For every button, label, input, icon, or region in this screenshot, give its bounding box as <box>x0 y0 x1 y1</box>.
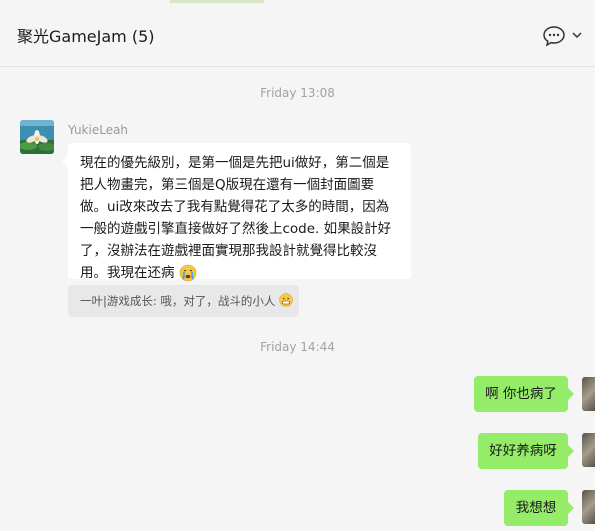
chat-bubble-icon[interactable] <box>542 25 566 47</box>
avatar-self[interactable] <box>582 433 595 467</box>
avatar-self[interactable] <box>582 377 595 411</box>
outgoing-message-bubble[interactable]: 我想想 <box>504 490 574 526</box>
timestamp: Friday 13:08 <box>260 86 335 100</box>
quoted-message[interactable]: 一叶|游戏成长: 哦，对了，战斗的小人 <box>68 285 299 317</box>
incoming-message-bubble[interactable]: 現在的優先級別，是第一個是先把ui做好，第二個是把人物畫完，第三個是Q版現在還有… <box>62 143 411 282</box>
grimacing-face-emoji <box>279 293 293 307</box>
crying-face-emoji <box>179 264 197 282</box>
incoming-message-text: 現在的優先級別，是第一個是先把ui做好，第二個是把人物畫完，第三個是Q版現在還有… <box>80 155 392 281</box>
chat-title: 聚光GameJam (5) <box>17 27 155 46</box>
timestamp: Friday 14:44 <box>260 340 335 354</box>
chevron-down-icon[interactable] <box>571 30 583 40</box>
outgoing-message-bubble[interactable]: 好好养病呀 <box>478 433 574 469</box>
avatar-self[interactable] <box>582 490 595 524</box>
lotus-avatar-image <box>20 120 54 154</box>
chat-header: 聚光GameJam (5) <box>0 3 595 67</box>
quoted-message-text: 一叶|游戏成长: 哦，对了，战斗的小人 <box>80 294 276 308</box>
sender-name: YukieLeah <box>68 123 129 137</box>
outgoing-message-bubble[interactable]: 啊 你也病了 <box>474 376 574 412</box>
avatar-yukieleah[interactable] <box>20 120 54 154</box>
